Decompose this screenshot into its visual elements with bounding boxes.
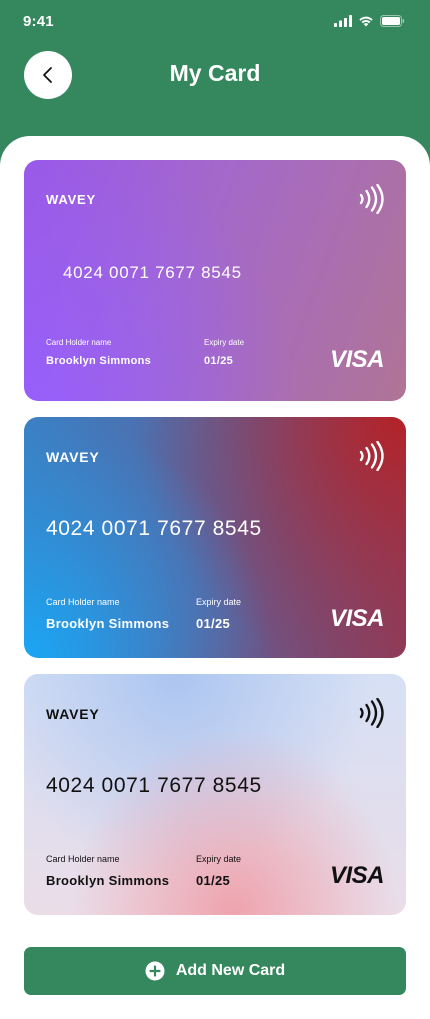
card-holder-label: Card Holder name [46,854,120,864]
expiry-date: 01/25 [196,873,231,888]
expiry-date: 01/25 [204,355,234,367]
wifi-icon [359,16,373,27]
visa-logo: VISA [329,605,385,632]
card-brand: WAVEY [46,449,100,465]
visa-logo: VISA [329,862,385,889]
status-icons [334,15,405,27]
status-time: 9:41 [23,13,54,30]
visa-logo: VISA [329,346,385,373]
contactless-icon [359,698,384,728]
plus-circle-icon [145,961,165,981]
contactless-icon [359,441,384,471]
add-new-card-button[interactable]: Add New Card [24,947,406,995]
contactless-icon [359,184,384,214]
expiry-label: Expiry date [196,597,242,607]
add-new-card-label: Add New Card [175,962,286,979]
card-brand: WAVEY [46,706,100,722]
card-brand: WAVEY [46,192,96,207]
signal-icon [334,15,352,27]
credit-card[interactable]: WAVEY 4024 0071 7677 8545 Card Holder na… [24,674,406,915]
expiry-label: Expiry date [196,854,242,864]
card-number: 4024 0071 7677 8545 [46,517,262,540]
page-title: My Card [169,60,261,86]
credit-card[interactable]: WAVEY 4024 0071 7677 8545 Card Holder na… [24,160,406,401]
credit-card[interactable]: WAVEY 4024 0071 7677 8545 Card Holder na… [24,417,406,658]
card-holder-label: Card Holder name [46,338,112,347]
card-holder-label: Card Holder name [46,597,120,607]
card-holder-name: Brooklyn Simmons [46,355,152,367]
status-bar: 9:41 [0,0,430,44]
card-number: 4024 0071 7677 8545 [46,774,262,797]
card-number: 4024 0071 7677 8545 [63,263,242,282]
expiry-date: 01/25 [196,616,231,631]
card-holder-name: Brooklyn Simmons [46,873,170,888]
battery-icon [380,15,405,27]
expiry-label: Expiry date [204,338,245,347]
card-holder-name: Brooklyn Simmons [46,616,170,631]
